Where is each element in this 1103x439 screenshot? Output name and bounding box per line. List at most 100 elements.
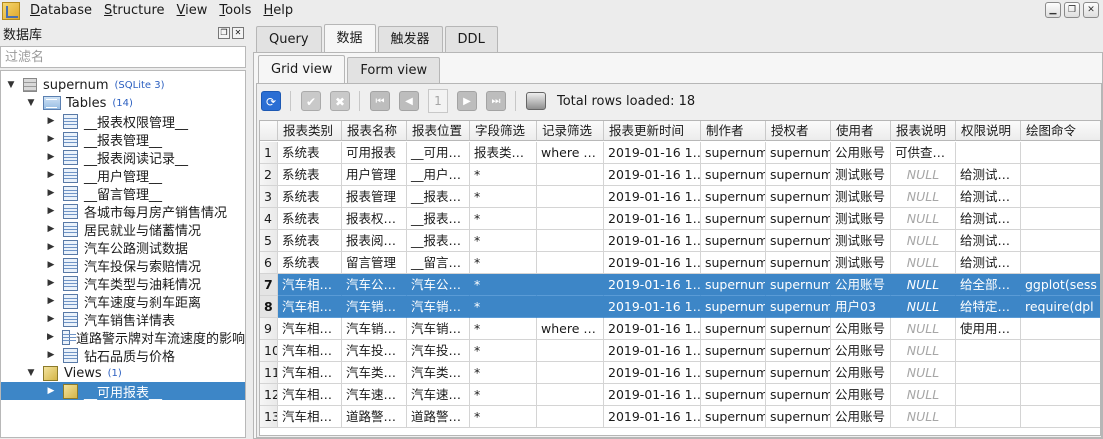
grid-cell[interactable]: * [470,274,537,296]
grid-cell[interactable]: supernum [701,296,766,318]
grid-cell[interactable]: supernum [766,142,831,164]
tree-table-item[interactable]: ▶ 汽车公路测试数据 [1,238,245,257]
tree-table-item[interactable]: ▶ __报表管理__ [1,130,245,149]
expand-arrow-icon[interactable]: ▶ [47,279,55,288]
tree-table-item[interactable]: ▶ 道路警示牌对车流速度的影响 [1,328,245,347]
grid-cell[interactable]: 给测试… [956,252,1021,274]
grid-cell[interactable]: 汽车销… [342,318,407,340]
grid-cell[interactable] [1021,186,1100,208]
grid-cell[interactable]: * [470,296,537,318]
menu-help[interactable]: Help [257,0,299,22]
tab-data[interactable]: 数据 [323,24,376,52]
expand-arrow-icon[interactable]: ▶ [47,171,55,180]
column-header[interactable]: 记录筛选 [537,121,604,141]
menu-database[interactable]: Database [24,0,98,22]
grid-cell[interactable]: 报表阅… [342,230,407,252]
filter-input[interactable] [0,46,246,68]
grid-cell[interactable]: 汽车速… [407,384,470,406]
grid-cell[interactable]: * [470,164,537,186]
tree-table-item[interactable]: ▶ 各城市每月房产销售情况 [1,202,245,221]
tree-table-item[interactable]: ▶ 居民就业与储蓄情况 [1,220,245,239]
grid-cell[interactable]: 系统表 [278,186,342,208]
grid-cell[interactable]: NULL [891,164,956,186]
grid-cell[interactable]: supernum [701,142,766,164]
grid-cell[interactable]: 汽车相… [278,296,342,318]
column-header[interactable]: 绘图命令 [1021,121,1100,141]
grid-cell[interactable]: supernum [701,230,766,252]
grid-cell[interactable]: NULL [891,406,956,428]
grid-cell[interactable] [537,406,604,428]
grid-cell[interactable]: NULL [891,230,956,252]
column-header[interactable]: 报表名称 [342,121,407,141]
grid-cell[interactable]: __留言… [407,252,470,274]
tab-triggers[interactable]: 触发器 [377,26,443,52]
grid-cell[interactable]: 测试账号 [831,186,891,208]
grid-cell[interactable]: 给测试… [956,230,1021,252]
grid-cell[interactable] [537,208,604,230]
grid-cell[interactable]: __用户… [407,164,470,186]
grid-cell[interactable]: 给测试… [956,186,1021,208]
grid-cell[interactable]: 2019-01-16 1… [604,186,701,208]
grid-cell[interactable]: NULL [891,362,956,384]
grid-cell[interactable] [537,164,604,186]
column-header[interactable]: 报表位置 [407,121,470,141]
grid-cell[interactable]: supernum [766,384,831,406]
grid-cell[interactable] [537,274,604,296]
grid-cell[interactable]: 使用用… [956,318,1021,340]
database-tree[interactable]: ▼ supernum (SQLite 3) ▼ Tables (14) ▶ __报… [0,70,246,438]
expand-arrow-icon[interactable]: ▶ [47,297,55,306]
grid-cell[interactable]: supernum [766,340,831,362]
minimize-icon[interactable]: ▁ [1045,2,1061,18]
grid-cell[interactable]: supernum [766,274,831,296]
grid-cell[interactable]: 汽车类… [407,362,470,384]
grid-cell[interactable]: supernum [701,252,766,274]
expand-arrow-icon[interactable]: ▶ [47,243,55,252]
grid-cell[interactable]: 留言管理 [342,252,407,274]
grid-cell[interactable]: 汽车相… [278,362,342,384]
grid-cell[interactable]: * [470,406,537,428]
tab-form-view[interactable]: Form view [347,57,441,83]
grid-cell[interactable]: 报表类… [470,142,537,164]
grid-cell[interactable] [956,340,1021,362]
grid-cell[interactable]: 给特定… [956,296,1021,318]
grid-cell[interactable]: 汽车相… [278,274,342,296]
prev-page-icon[interactable]: ◀ [399,91,419,111]
grid-cell[interactable] [1021,208,1100,230]
grid-cell[interactable]: ggplot(sess [1021,274,1100,296]
next-page-icon[interactable]: ▶ [457,91,477,111]
tree-table-item[interactable]: ▶ 汽车速度与刹车距离 [1,292,245,311]
grid-cell[interactable]: NULL [891,208,956,230]
grid-cell[interactable]: 公用账号 [831,362,891,384]
grid-cell[interactable] [1021,362,1100,384]
grid-cell[interactable] [1021,318,1100,340]
expand-arrow-icon[interactable]: ▶ [47,189,55,198]
close-icon[interactable]: ✕ [1083,2,1099,18]
grid-cell[interactable] [537,252,604,274]
grid-cell[interactable]: 2019-01-16 1… [604,406,701,428]
grid-cell[interactable]: NULL [891,252,956,274]
grid-cell[interactable]: 2019-01-16 1… [604,340,701,362]
print-icon[interactable] [526,92,546,110]
tab-grid-view[interactable]: Grid view [258,55,346,83]
grid-cell[interactable] [1021,406,1100,428]
grid-cell[interactable]: 给测试… [956,164,1021,186]
grid-cell[interactable]: 2019-01-16 1… [604,142,701,164]
column-header[interactable]: 报表类别 [278,121,342,141]
grid-cell[interactable]: 测试账号 [831,252,891,274]
column-header[interactable]: 制作者 [701,121,766,141]
expand-arrow-icon[interactable]: ▶ [47,351,55,360]
float-icon[interactable]: ❐ [218,27,230,39]
grid-cell[interactable]: supernum [701,406,766,428]
grid-cell[interactable]: 用户管理 [342,164,407,186]
row-number[interactable]: 10 [260,340,278,362]
grid-cell[interactable]: supernum [701,186,766,208]
expand-arrow-icon[interactable]: ▼ [27,369,35,378]
grid-cell[interactable]: 汽车投… [342,340,407,362]
tab-query[interactable]: Query [256,26,322,52]
menu-structure[interactable]: Structure [98,0,171,22]
grid-cell[interactable]: * [470,208,537,230]
grid-cell[interactable]: 系统表 [278,142,342,164]
grid-cell[interactable]: 可供查… [891,142,956,164]
grid-cell[interactable]: 2019-01-16 1… [604,252,701,274]
grid-cell[interactable]: 汽车投… [407,340,470,362]
